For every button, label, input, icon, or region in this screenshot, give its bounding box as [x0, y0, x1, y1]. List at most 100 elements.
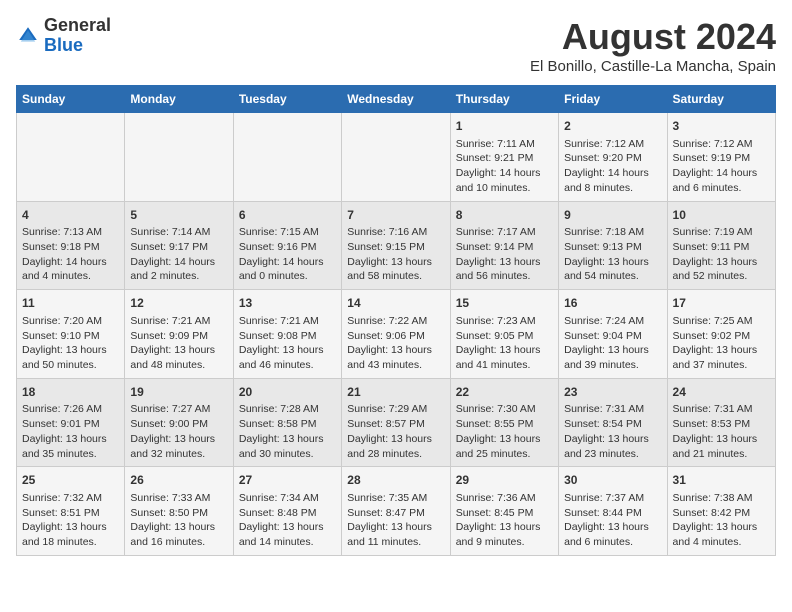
calendar-cell: 21Sunrise: 7:29 AMSunset: 8:57 PMDayligh… — [342, 378, 450, 467]
day-info: Daylight: 13 hours — [673, 520, 770, 535]
day-number: 8 — [456, 207, 553, 224]
day-info: Sunrise: 7:11 AM — [456, 137, 553, 152]
day-info: Daylight: 14 hours — [239, 255, 336, 270]
day-info: Sunset: 8:48 PM — [239, 506, 336, 521]
day-info: Sunrise: 7:30 AM — [456, 402, 553, 417]
day-info: Sunrise: 7:19 AM — [673, 225, 770, 240]
day-info: Daylight: 13 hours — [347, 432, 444, 447]
day-info: Sunrise: 7:33 AM — [130, 491, 227, 506]
day-info: Sunrise: 7:21 AM — [130, 314, 227, 329]
day-info: Daylight: 13 hours — [130, 520, 227, 535]
day-info: Sunset: 8:42 PM — [673, 506, 770, 521]
day-info: and 58 minutes. — [347, 269, 444, 284]
day-info: and 11 minutes. — [347, 535, 444, 550]
logo-icon — [16, 24, 40, 48]
day-info: Daylight: 13 hours — [673, 343, 770, 358]
day-info: and 30 minutes. — [239, 447, 336, 462]
col-sunday: Sunday — [17, 86, 125, 113]
day-number: 17 — [673, 295, 770, 312]
day-number: 26 — [130, 472, 227, 489]
day-info: Sunset: 9:04 PM — [564, 329, 661, 344]
day-number: 3 — [673, 118, 770, 135]
day-info: Sunset: 8:55 PM — [456, 417, 553, 432]
day-info: Daylight: 13 hours — [564, 343, 661, 358]
day-info: Sunrise: 7:23 AM — [456, 314, 553, 329]
day-info: Sunrise: 7:38 AM — [673, 491, 770, 506]
day-info: Sunrise: 7:31 AM — [673, 402, 770, 417]
day-info: and 25 minutes. — [456, 447, 553, 462]
calendar-cell: 15Sunrise: 7:23 AMSunset: 9:05 PMDayligh… — [450, 290, 558, 379]
day-info: Daylight: 13 hours — [130, 432, 227, 447]
day-info: Sunset: 8:47 PM — [347, 506, 444, 521]
calendar-cell: 4Sunrise: 7:13 AMSunset: 9:18 PMDaylight… — [17, 201, 125, 290]
day-info: and 41 minutes. — [456, 358, 553, 373]
day-number: 15 — [456, 295, 553, 312]
day-info: Daylight: 13 hours — [239, 343, 336, 358]
day-number: 4 — [22, 207, 119, 224]
calendar-cell: 22Sunrise: 7:30 AMSunset: 8:55 PMDayligh… — [450, 378, 558, 467]
day-info: Sunrise: 7:34 AM — [239, 491, 336, 506]
day-info: Daylight: 13 hours — [22, 343, 119, 358]
day-info: Sunrise: 7:12 AM — [673, 137, 770, 152]
day-info: Sunrise: 7:29 AM — [347, 402, 444, 417]
day-info: Sunset: 8:45 PM — [456, 506, 553, 521]
col-monday: Monday — [125, 86, 233, 113]
col-saturday: Saturday — [667, 86, 775, 113]
calendar-cell: 25Sunrise: 7:32 AMSunset: 8:51 PMDayligh… — [17, 467, 125, 556]
day-info: Daylight: 13 hours — [673, 255, 770, 270]
day-info: and 39 minutes. — [564, 358, 661, 373]
day-info: Sunset: 9:15 PM — [347, 240, 444, 255]
logo: General Blue — [16, 16, 111, 56]
day-info: Sunset: 8:50 PM — [130, 506, 227, 521]
day-info: and 48 minutes. — [130, 358, 227, 373]
day-info: Daylight: 14 hours — [673, 166, 770, 181]
col-friday: Friday — [559, 86, 667, 113]
day-info: Sunset: 9:06 PM — [347, 329, 444, 344]
day-info: and 28 minutes. — [347, 447, 444, 462]
calendar-cell: 20Sunrise: 7:28 AMSunset: 8:58 PMDayligh… — [233, 378, 341, 467]
day-info: Sunset: 9:21 PM — [456, 151, 553, 166]
day-info: Sunrise: 7:13 AM — [22, 225, 119, 240]
day-info: Sunrise: 7:37 AM — [564, 491, 661, 506]
day-info: Sunset: 9:19 PM — [673, 151, 770, 166]
day-info: and 21 minutes. — [673, 447, 770, 462]
calendar-cell: 17Sunrise: 7:25 AMSunset: 9:02 PMDayligh… — [667, 290, 775, 379]
day-number: 6 — [239, 207, 336, 224]
day-number: 27 — [239, 472, 336, 489]
day-info: Sunrise: 7:27 AM — [130, 402, 227, 417]
calendar-cell — [125, 113, 233, 202]
day-info: Daylight: 13 hours — [239, 432, 336, 447]
calendar-body: 1Sunrise: 7:11 AMSunset: 9:21 PMDaylight… — [17, 113, 776, 556]
logo-blue: Blue — [44, 35, 83, 55]
calendar-cell: 12Sunrise: 7:21 AMSunset: 9:09 PMDayligh… — [125, 290, 233, 379]
day-info: Sunrise: 7:26 AM — [22, 402, 119, 417]
page-header: General Blue August 2024 El Bonillo, Cas… — [16, 16, 776, 75]
day-info: Sunset: 9:18 PM — [22, 240, 119, 255]
day-info: Sunset: 9:14 PM — [456, 240, 553, 255]
day-info: and 14 minutes. — [239, 535, 336, 550]
day-info: Sunset: 9:00 PM — [130, 417, 227, 432]
col-wednesday: Wednesday — [342, 86, 450, 113]
day-info: and 37 minutes. — [673, 358, 770, 373]
day-info: Sunset: 9:16 PM — [239, 240, 336, 255]
calendar-cell: 7Sunrise: 7:16 AMSunset: 9:15 PMDaylight… — [342, 201, 450, 290]
calendar-cell — [233, 113, 341, 202]
calendar-cell: 2Sunrise: 7:12 AMSunset: 9:20 PMDaylight… — [559, 113, 667, 202]
day-number: 9 — [564, 207, 661, 224]
day-info: Daylight: 13 hours — [347, 520, 444, 535]
day-info: Daylight: 13 hours — [456, 520, 553, 535]
day-info: Daylight: 13 hours — [239, 520, 336, 535]
day-info: Daylight: 13 hours — [673, 432, 770, 447]
day-info: and 6 minutes. — [673, 181, 770, 196]
day-info: Sunset: 9:13 PM — [564, 240, 661, 255]
day-info: Sunrise: 7:16 AM — [347, 225, 444, 240]
day-info: and 56 minutes. — [456, 269, 553, 284]
day-info: and 46 minutes. — [239, 358, 336, 373]
day-number: 16 — [564, 295, 661, 312]
calendar-row: 1Sunrise: 7:11 AMSunset: 9:21 PMDaylight… — [17, 113, 776, 202]
day-info: Sunrise: 7:36 AM — [456, 491, 553, 506]
calendar-cell: 13Sunrise: 7:21 AMSunset: 9:08 PMDayligh… — [233, 290, 341, 379]
day-info: Sunset: 9:01 PM — [22, 417, 119, 432]
day-info: Daylight: 14 hours — [564, 166, 661, 181]
day-info: Sunrise: 7:14 AM — [130, 225, 227, 240]
